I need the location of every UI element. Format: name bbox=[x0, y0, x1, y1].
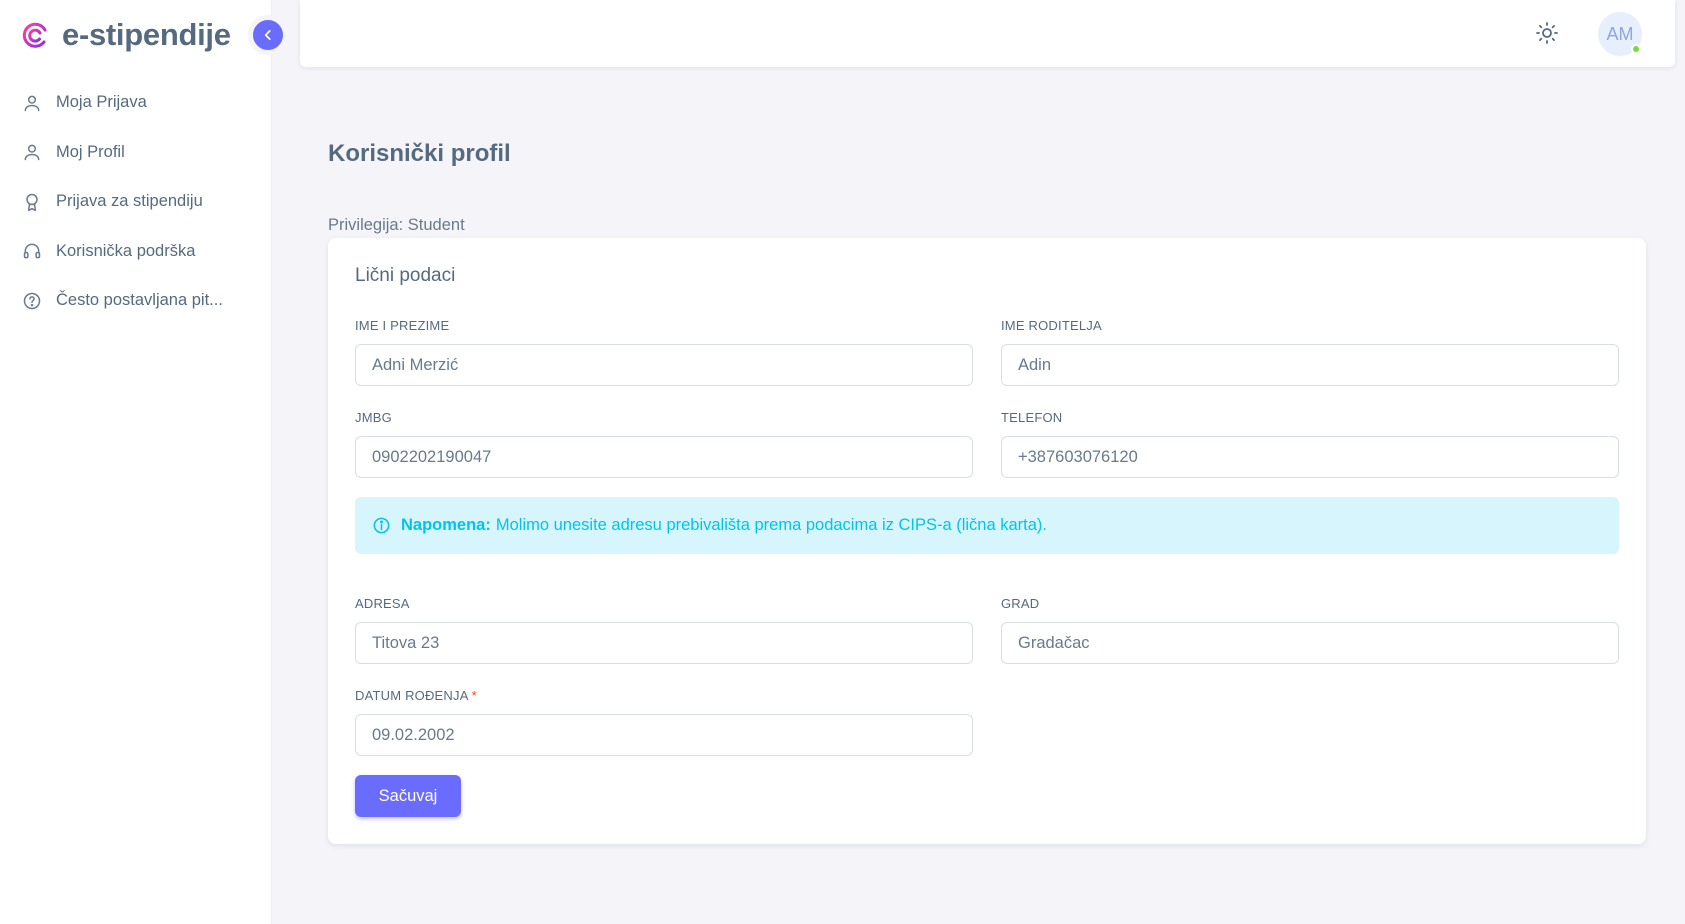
sidebar-item-moja-prijava[interactable]: Moja Prijava bbox=[0, 78, 272, 128]
phone-label: TELEFON bbox=[1001, 410, 1063, 425]
online-status-indicator bbox=[1631, 44, 1641, 54]
brand-name: e-stipendije bbox=[62, 17, 231, 52]
alert-text: Molimo unesite adresu prebivališta prema… bbox=[495, 516, 1048, 534]
full-name-label: IME I PREZIME bbox=[355, 318, 450, 333]
full-name-input[interactable] bbox=[355, 344, 973, 386]
brand[interactable]: e-stipendije bbox=[20, 16, 231, 54]
sidebar-item-label: Korisnička podrška bbox=[56, 241, 196, 260]
birth-date-label-text: DATUM ROĐENJA bbox=[355, 688, 469, 703]
app-root: e-stipendije Moja Prijava Moj Profil Pri… bbox=[0, 0, 1685, 924]
city-input[interactable] bbox=[1001, 622, 1619, 664]
sidebar-item-label: Moj Profil bbox=[56, 142, 125, 161]
user-icon bbox=[22, 93, 42, 113]
sidebar-item-label: Moja Prijava bbox=[56, 93, 147, 112]
user-icon bbox=[22, 142, 42, 162]
headset-icon bbox=[22, 241, 42, 261]
sidebar-item-faq[interactable]: Često postavljana pit... bbox=[0, 276, 272, 326]
card-title: Lični podaci bbox=[355, 265, 456, 286]
city-label: GRAD bbox=[1001, 596, 1040, 611]
sidebar-collapse-button[interactable] bbox=[248, 15, 288, 55]
sidebar-item-moj-profil[interactable]: Moj Profil bbox=[0, 128, 272, 178]
avatar-initials: AM bbox=[1606, 23, 1634, 44]
help-circle-icon bbox=[22, 291, 42, 311]
top-navbar: AM bbox=[300, 0, 1675, 67]
phone-input[interactable] bbox=[1001, 436, 1619, 478]
avatar[interactable]: AM bbox=[1598, 12, 1642, 56]
personal-data-card: Lični podaci IME I PREZIME IME RODITELJA… bbox=[328, 238, 1646, 844]
sidebar-item-prijava-za-stipendiju[interactable]: Prijava za stipendiju bbox=[0, 177, 272, 227]
award-icon bbox=[22, 192, 42, 212]
birth-date-input[interactable] bbox=[355, 714, 973, 756]
privilege-label: Privilegija: Student bbox=[328, 216, 465, 234]
jmbg-label: JMBG bbox=[355, 410, 392, 425]
parent-name-input[interactable] bbox=[1001, 344, 1619, 386]
sidebar-item-label: Često postavljana pit... bbox=[56, 291, 223, 310]
jmbg-input[interactable] bbox=[355, 436, 973, 478]
sun-icon bbox=[1536, 22, 1558, 44]
birth-date-label: DATUM ROĐENJA * bbox=[355, 688, 477, 703]
info-icon bbox=[372, 516, 392, 536]
save-button[interactable]: Sačuvaj bbox=[355, 775, 461, 817]
required-mark: * bbox=[471, 688, 477, 703]
sidebar-nav: Moja Prijava Moj Profil Prijava za stipe… bbox=[0, 78, 272, 326]
theme-toggle-button[interactable] bbox=[1534, 20, 1560, 46]
sidebar-item-korisnicka-podrska[interactable]: Korisnička podrška bbox=[0, 227, 272, 277]
alert-title: Napomena: bbox=[401, 516, 491, 534]
address-input[interactable] bbox=[355, 622, 973, 664]
parent-name-label: IME RODITELJA bbox=[1001, 318, 1102, 333]
sidebar: e-stipendije Moja Prijava Moj Profil Pri… bbox=[0, 0, 272, 924]
address-label: ADRESA bbox=[355, 596, 410, 611]
brand-logo-icon bbox=[22, 22, 47, 48]
sidebar-item-label: Prijava za stipendiju bbox=[56, 192, 203, 211]
page-title: Korisnički profil bbox=[328, 140, 511, 167]
chevron-left-icon bbox=[264, 30, 271, 40]
address-note-alert: Napomena: Molimo unesite adresu prebival… bbox=[355, 497, 1619, 554]
